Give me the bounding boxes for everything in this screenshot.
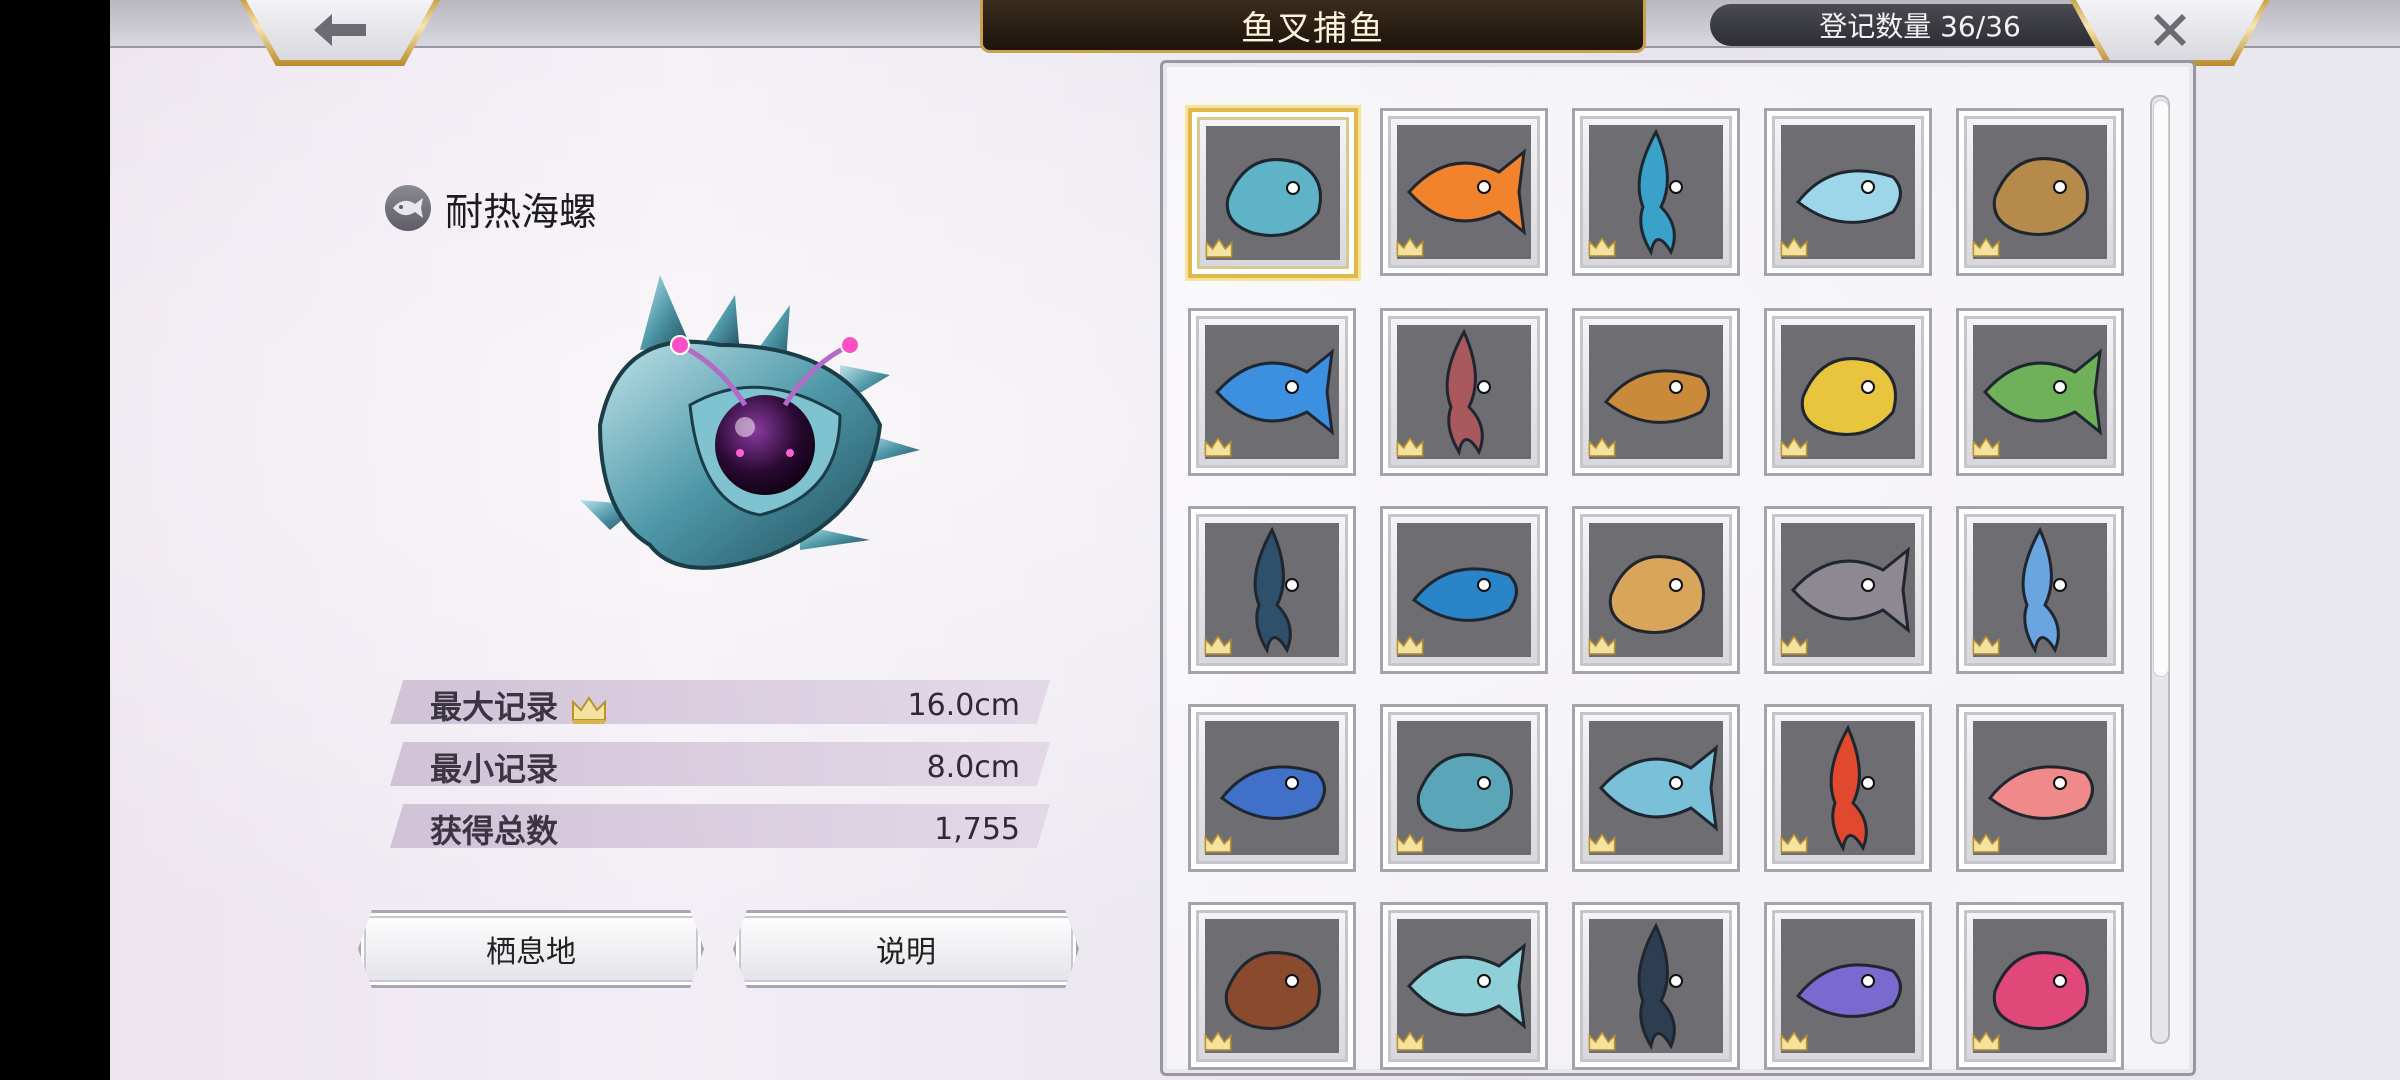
crown-icon	[1780, 237, 1808, 257]
crown-icon	[1204, 635, 1232, 655]
back-button[interactable]	[240, 0, 440, 66]
crown-icon	[572, 695, 607, 724]
collection-item[interactable]	[1764, 308, 1932, 476]
crown-icon	[1204, 833, 1232, 853]
crown-icon	[1972, 1031, 2000, 1051]
collection-item[interactable]	[1188, 506, 1356, 674]
collection-item[interactable]	[1956, 506, 2124, 674]
stat-value: 8.0cm	[926, 750, 1020, 785]
crown-icon	[1780, 1031, 1808, 1051]
crown-icon	[1204, 437, 1232, 457]
crown-icon	[1396, 635, 1424, 655]
collection-item[interactable]	[1956, 704, 2124, 872]
conch-illustration	[580, 275, 920, 570]
collection-grid	[1188, 108, 2124, 1070]
collection-item[interactable]	[1188, 704, 1356, 872]
crown-icon	[1780, 833, 1808, 853]
crown-icon	[1588, 437, 1616, 457]
collection-item[interactable]	[1956, 108, 2124, 276]
crown-icon	[1396, 833, 1424, 853]
collection-item[interactable]	[1188, 108, 1358, 278]
collection-item[interactable]	[1764, 704, 1932, 872]
crown-icon	[1588, 833, 1616, 853]
collection-item[interactable]	[1572, 902, 1740, 1070]
crown-icon	[1972, 437, 2000, 457]
page-title: 鱼叉捕鱼	[980, 0, 1646, 53]
collection-item[interactable]	[1764, 902, 1932, 1070]
screen: 鱼叉捕鱼 登记数量 36/36 耐热海螺 最大记录 16.0cm 最小记录 8.…	[110, 0, 2400, 1080]
stat-label: 最大记录	[430, 682, 608, 724]
registered-count: 登记数量 36/36	[1710, 4, 2130, 46]
collection-item[interactable]	[1188, 308, 1356, 476]
stat-row-total: 获得总数 1,755	[390, 804, 1050, 848]
crown-icon	[1780, 437, 1808, 457]
stat-row-min: 最小记录 8.0cm	[390, 742, 1050, 786]
close-x-icon	[2154, 14, 2186, 46]
stat-label: 最小记录	[430, 750, 559, 788]
collection-item[interactable]	[1380, 902, 1548, 1070]
collection-item[interactable]	[1380, 108, 1548, 276]
fish-name-heading: 耐热海螺	[385, 180, 597, 236]
collection-item[interactable]	[1572, 308, 1740, 476]
crown-icon	[1972, 833, 2000, 853]
crown-icon	[1396, 237, 1424, 257]
collection-item[interactable]	[1764, 506, 1932, 674]
crown-icon	[1205, 238, 1233, 258]
collection-panel	[1160, 60, 2196, 1076]
collection-item[interactable]	[1380, 704, 1548, 872]
crown-icon	[1780, 635, 1808, 655]
fish-name: 耐热海螺	[445, 189, 598, 234]
habitat-button[interactable]: 栖息地	[358, 910, 704, 988]
close-button[interactable]	[2070, 0, 2270, 66]
collection-item[interactable]	[1956, 902, 2124, 1070]
collection-item[interactable]	[1764, 108, 1932, 276]
collection-item[interactable]	[1572, 108, 1740, 276]
arrow-left-icon	[314, 14, 366, 46]
crown-icon	[1396, 437, 1424, 457]
collection-item[interactable]	[1956, 308, 2124, 476]
stat-row-max: 最大记录 16.0cm	[390, 680, 1050, 724]
collection-item[interactable]	[1188, 902, 1356, 1070]
collection-item[interactable]	[1380, 308, 1548, 476]
stat-value: 16.0cm	[907, 688, 1020, 723]
crown-icon	[1204, 1031, 1232, 1051]
crown-icon	[1972, 635, 2000, 655]
description-button[interactable]: 说明	[733, 910, 1079, 988]
collection-item[interactable]	[1572, 704, 1740, 872]
collection-item[interactable]	[1572, 506, 1740, 674]
crown-icon	[1396, 1031, 1424, 1051]
crown-icon	[1588, 1031, 1616, 1051]
fish-badge-icon	[385, 185, 431, 231]
crown-icon	[1588, 237, 1616, 257]
stat-label: 获得总数	[430, 812, 559, 850]
scrollbar-thumb[interactable]	[2153, 100, 2169, 677]
crown-icon	[1588, 635, 1616, 655]
stat-value: 1,755	[934, 812, 1020, 847]
crown-icon	[1972, 237, 2000, 257]
collection-item[interactable]	[1380, 506, 1548, 674]
